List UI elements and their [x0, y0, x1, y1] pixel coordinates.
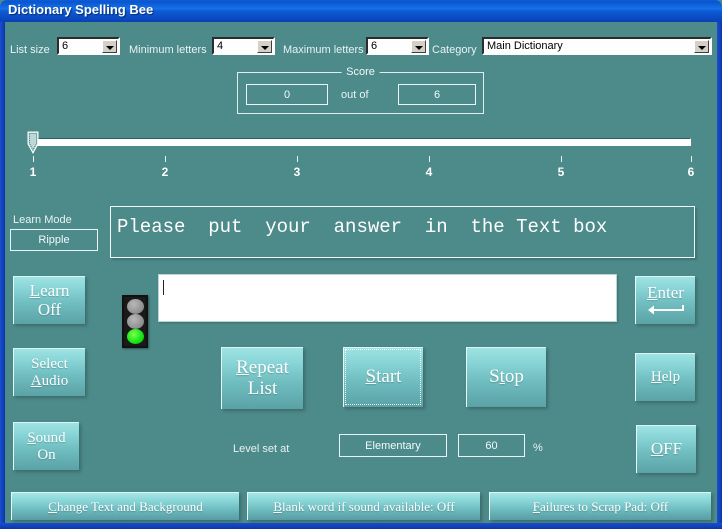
slider-tick-label: 6: [688, 165, 695, 179]
learn-button-line2: Off: [38, 301, 61, 319]
repeat-list-line2: List: [248, 379, 278, 400]
start-button-label: Start: [366, 367, 402, 388]
slider-tick: [165, 156, 166, 162]
stop-button[interactable]: Stop: [466, 347, 546, 407]
off-button-label: OFF: [651, 440, 682, 458]
change-text-background-button[interactable]: Change Text and Background: [11, 492, 239, 520]
minimum-letters-dropdown[interactable]: 4: [212, 37, 275, 55]
maximum-letters-value: 6: [371, 40, 377, 52]
answer-input[interactable]: [158, 274, 617, 322]
list-size-dropdown[interactable]: 6: [57, 37, 120, 55]
traffic-light-amber-lamp: [127, 314, 144, 329]
slider-tick: [33, 156, 34, 162]
traffic-light-red-lamp: [127, 299, 144, 314]
blank-word-label: Blank word if sound available: Off: [273, 499, 454, 515]
sound-button-line2: On: [37, 447, 55, 463]
word-display-text: Please put your answer in the Text box: [117, 216, 607, 238]
off-button[interactable]: OFF: [636, 425, 696, 473]
slider-tick: [561, 156, 562, 162]
repeat-list-button[interactable]: Repeat List: [221, 347, 303, 409]
slider-tick-label: 4: [426, 165, 433, 179]
text-caret: [163, 280, 164, 295]
window-frame-bottom: [0, 523, 722, 529]
percent-symbol-label: %: [533, 442, 543, 454]
minimum-letters-value: 4: [217, 40, 223, 52]
enter-arrow-icon: [647, 304, 685, 315]
slider-tick-label: 3: [294, 165, 301, 179]
score-out-of-label: out of: [341, 89, 369, 101]
enter-button-label: Enter: [647, 284, 684, 302]
list-size-value: 6: [62, 40, 68, 52]
learn-button-line1: Learn: [30, 282, 70, 300]
slider-tick-label: 1: [30, 165, 37, 179]
score-total: 6: [398, 84, 476, 105]
chevron-down-icon[interactable]: [411, 40, 426, 53]
slider-tick: [297, 156, 298, 162]
sound-button-line1: Sound: [27, 430, 65, 446]
learn-mode-value: Ripple: [10, 229, 98, 251]
help-button[interactable]: Help: [635, 353, 695, 401]
sound-toggle-button[interactable]: Sound On: [13, 422, 79, 470]
help-button-label: Help: [651, 369, 680, 385]
score-group-title: Score: [341, 66, 380, 78]
list-size-label: List size: [10, 44, 50, 56]
slider-tick-label: 5: [558, 165, 565, 179]
chevron-down-icon[interactable]: [694, 40, 709, 53]
failures-scrap-pad-label: Failures to Scrap Pad: Off: [533, 499, 669, 515]
application-window: Dictionary Spelling Bee List size 6 Mini…: [0, 0, 722, 529]
window-frame-right: [717, 22, 722, 529]
title-bar: Dictionary Spelling Bee: [0, 0, 722, 22]
slider-track[interactable]: [31, 138, 691, 146]
repeat-list-line1: Repeat: [236, 358, 289, 379]
chevron-down-icon[interactable]: [257, 40, 272, 53]
level-name-value[interactable]: Elementary: [339, 434, 447, 457]
chevron-down-icon[interactable]: [102, 40, 117, 53]
blank-word-button[interactable]: Blank word if sound available: Off: [247, 492, 480, 520]
slider-tick: [691, 156, 692, 162]
minimum-letters-label: Minimum letters: [129, 44, 207, 56]
maximum-letters-dropdown[interactable]: 6: [366, 37, 429, 55]
traffic-light-indicator: [122, 295, 148, 348]
failures-scrap-pad-button[interactable]: Failures to Scrap Pad: Off: [489, 492, 711, 520]
start-button[interactable]: Start: [343, 347, 423, 407]
select-audio-button[interactable]: Select Audio: [13, 348, 85, 396]
client-area: List size 6 Minimum letters 4 Maximum le…: [5, 22, 717, 523]
enter-button[interactable]: Enter: [635, 276, 695, 324]
window-title: Dictionary Spelling Bee: [8, 2, 153, 17]
score-current: 0: [246, 84, 328, 105]
slider-tick: [429, 156, 430, 162]
word-display: Please put your answer in the Text box: [110, 206, 695, 258]
traffic-light-green-lamp: [127, 329, 144, 344]
score-group: Score 0 out of 6: [237, 72, 484, 114]
slider-tick-label: 2: [162, 165, 169, 179]
category-dropdown[interactable]: Main Dictionary: [482, 37, 712, 55]
level-set-at-label: Level set at: [233, 443, 289, 455]
category-value: Main Dictionary: [487, 40, 563, 52]
stop-button-label: Stop: [489, 367, 524, 388]
select-audio-line1: Select: [31, 356, 68, 372]
slider-thumb-icon: [27, 131, 40, 155]
slider-thumb[interactable]: [27, 131, 38, 152]
maximum-letters-label: Maximum letters: [283, 44, 364, 56]
change-text-background-label: Change Text and Background: [48, 499, 202, 515]
select-audio-line2: Audio: [31, 373, 69, 389]
category-label: Category: [432, 44, 477, 56]
learn-toggle-button[interactable]: Learn Off: [13, 276, 85, 324]
learn-mode-label: Learn Mode: [13, 214, 72, 226]
level-percent-value[interactable]: 60: [458, 434, 525, 457]
